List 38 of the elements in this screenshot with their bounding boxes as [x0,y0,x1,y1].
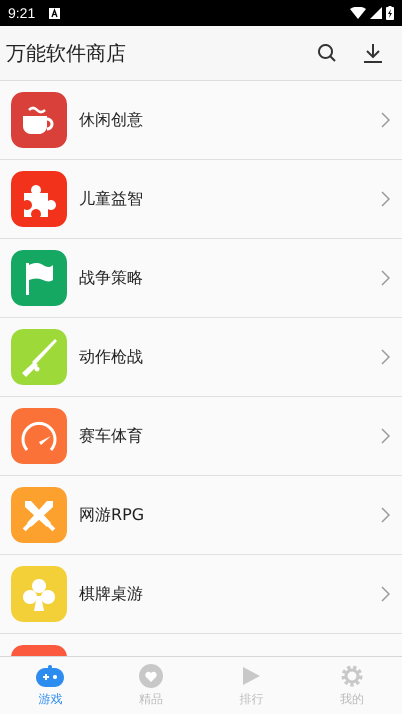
category-item[interactable]: 棋牌桌游 [0,555,402,634]
flag-icon [26,263,53,295]
battery-icon [386,6,394,20]
chevron-icon [381,112,390,128]
speedometer-icon [22,422,56,451]
category-item[interactable]: 战争策略 [0,239,402,318]
rifle-icon [22,339,57,377]
puzzle-icon [24,185,56,217]
status-time: 9:21 [8,5,36,21]
chevron-icon [381,349,390,365]
category-label: 儿童益智 [79,188,144,210]
category-item[interactable]: 赛车体育 [0,397,402,476]
app-title: 万能软件商店 [6,40,127,66]
notification-icon [49,8,60,18]
signal-icon [370,7,382,19]
robot-icon [35,664,66,688]
gear-icon [340,664,364,688]
club-icon [23,579,55,611]
chevron-icon [381,270,390,286]
swords-icon [22,501,56,532]
chevron-icon [381,586,390,602]
category-label: 休闲创意 [79,110,144,130]
category-label: 动作枪战 [79,346,144,368]
chevron-icon [381,191,390,207]
chevron-icon [381,507,390,523]
category-item[interactable]: 动作枪战 [0,318,402,397]
wifi-icon [350,7,366,19]
search-icon [317,43,337,63]
category-item[interactable]: 网游RPG [0,476,402,555]
cup-icon [23,106,54,134]
category-label: 战争策略 [79,268,144,288]
download-icon [363,43,383,63]
category-item[interactable]: 儿童益智 [0,160,402,239]
category-item[interactable]: 休闲创意 [0,81,402,160]
category-label: 棋牌桌游 [79,584,144,604]
category-label: 网游RPG [79,504,146,526]
category-label: 赛车体育 [79,426,144,446]
chevron-icon [381,428,390,444]
